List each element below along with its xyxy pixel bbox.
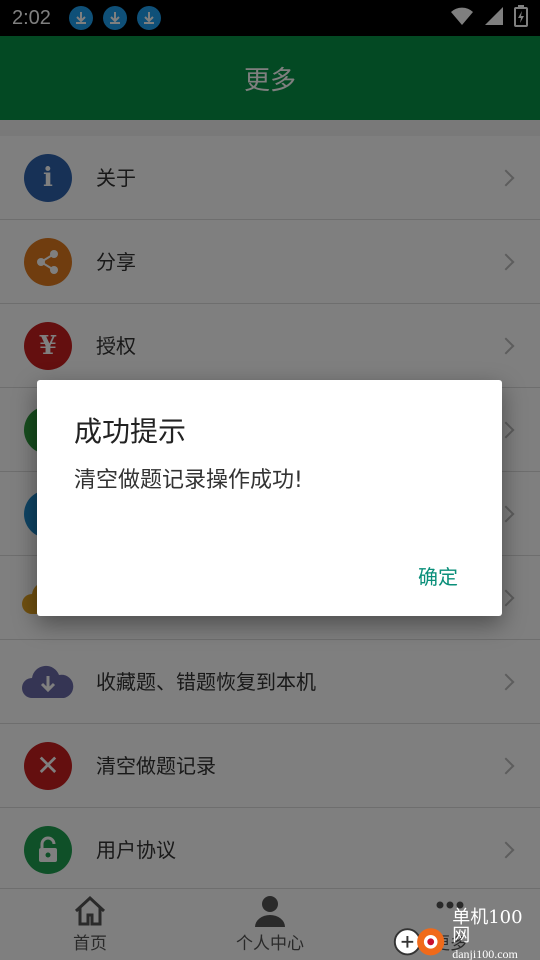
success-dialog: 成功提示 清空做题记录操作成功! 确定	[37, 380, 502, 616]
watermark-domain: danji100.com	[452, 947, 518, 960]
dialog-message: 清空做题记录操作成功!	[74, 468, 303, 493]
dialog-title: 成功提示	[74, 415, 187, 448]
watermark-name: 单机100网	[452, 907, 523, 946]
watermark: 单机100网 danji100.com	[388, 909, 538, 960]
watermark-logo-icon	[393, 928, 445, 956]
confirm-button[interactable]: 确定	[418, 561, 458, 590]
